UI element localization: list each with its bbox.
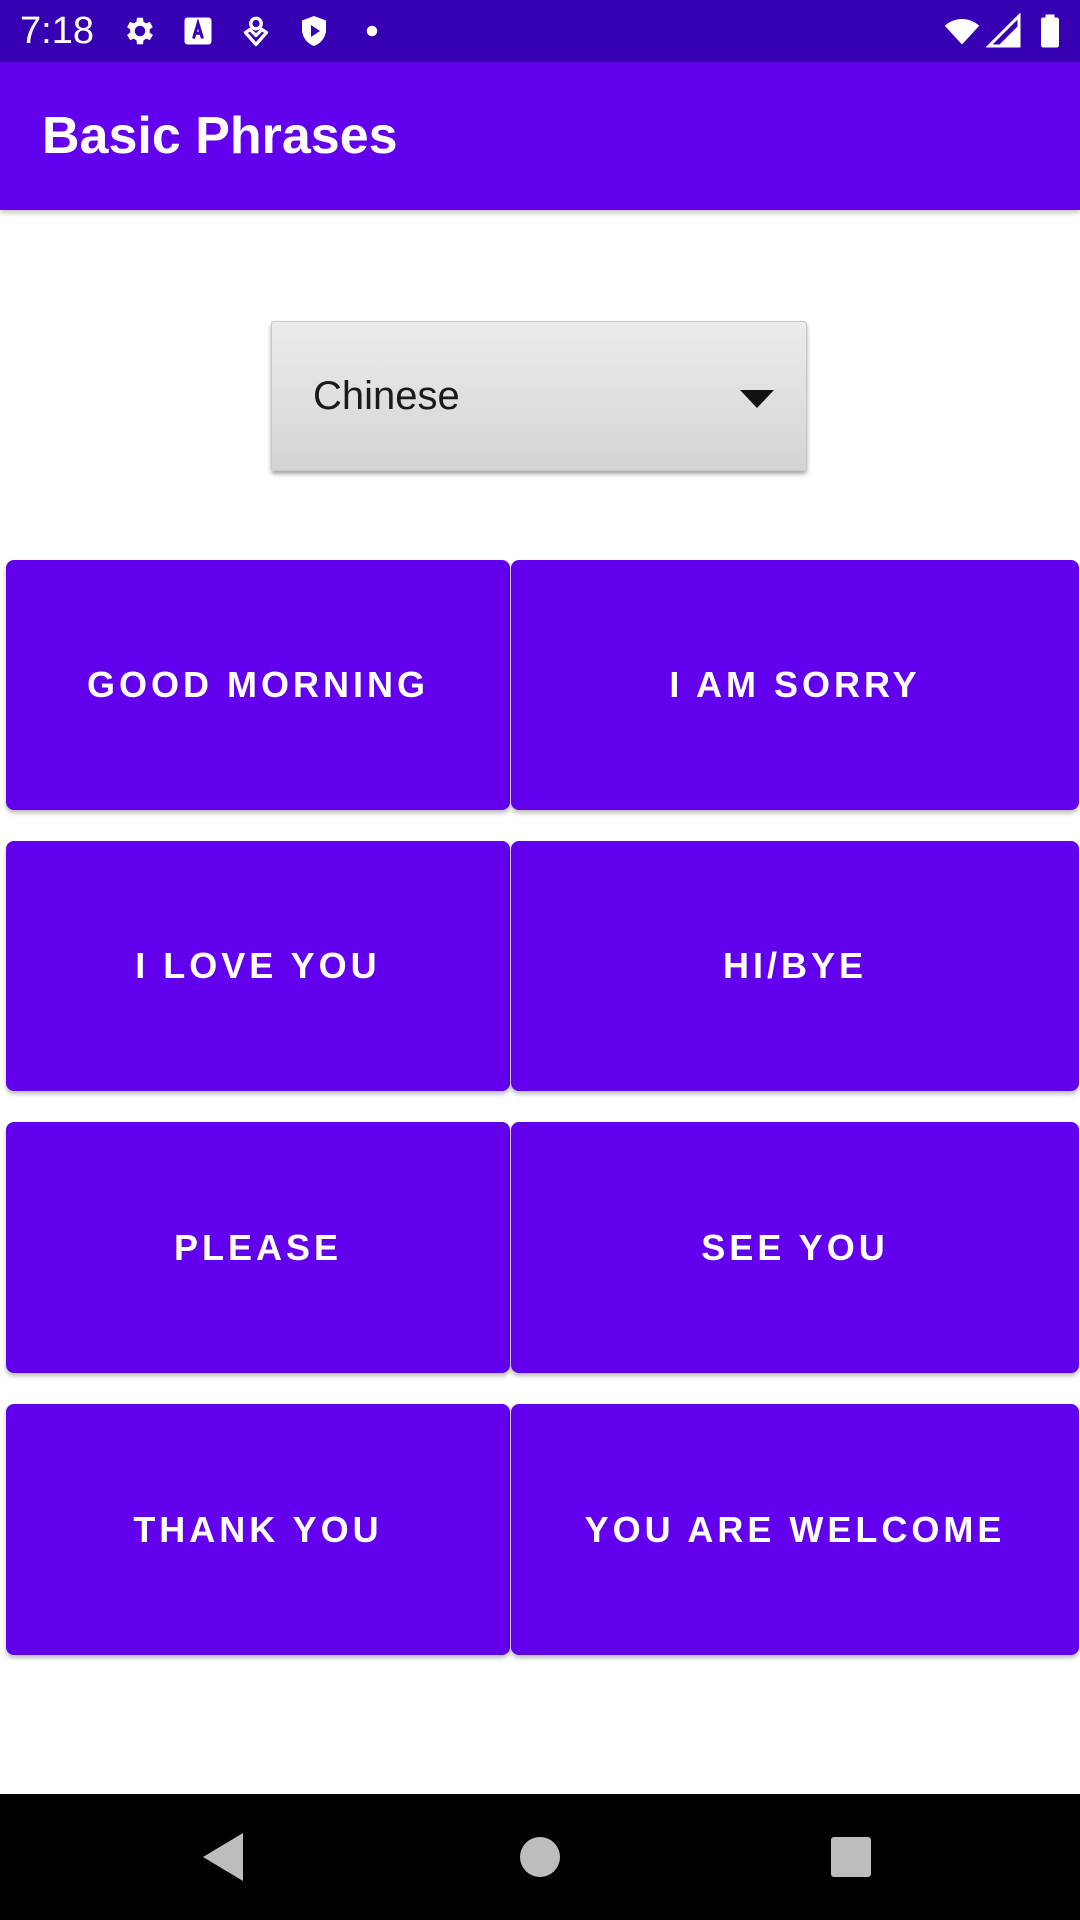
home-icon[interactable] [510,1827,570,1887]
phrase-button-hi-bye[interactable]: HI/BYE [511,841,1079,1091]
recents-icon[interactable] [821,1827,881,1887]
phrase-button-i-am-sorry[interactable]: I AM SORRY [511,560,1079,810]
phrase-button-good-morning[interactable]: GOOD MORNING [6,560,510,810]
phrase-grid: GOOD MORNING I AM SORRY I LOVE YOU HI/BY… [0,0,1080,1920]
phrase-button-you-are-welcome[interactable]: YOU ARE WELCOME [511,1404,1079,1655]
phrase-button-see-you[interactable]: SEE YOU [511,1122,1079,1373]
phrase-button-please[interactable]: PLEASE [6,1122,510,1373]
page-title: Basic Phrases [42,107,398,165]
app-bar: Basic Phrases [0,62,1080,210]
navigation-bar [0,1794,1080,1920]
back-icon[interactable] [195,1827,255,1887]
phrase-button-i-love-you[interactable]: I LOVE YOU [6,841,510,1091]
phrase-button-thank-you[interactable]: THANK YOU [6,1404,510,1655]
